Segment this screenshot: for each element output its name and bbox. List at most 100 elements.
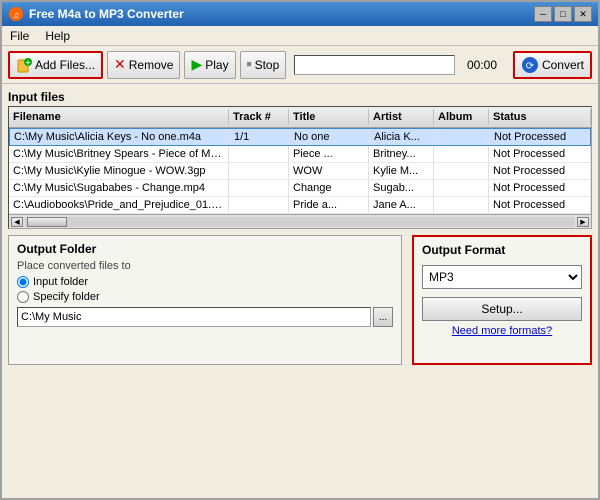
folder-path-input[interactable]	[17, 307, 371, 327]
table-cell: No one	[290, 129, 370, 145]
table-header: Filename Track # Title Artist Album Stat…	[9, 107, 591, 128]
add-files-button[interactable]: + Add Files...	[8, 51, 103, 79]
radio-specify-folder[interactable]: Specify folder	[17, 291, 393, 303]
table-cell	[434, 197, 489, 213]
input-files-label: Input files	[8, 90, 592, 104]
svg-text:⟳: ⟳	[526, 61, 535, 72]
scroll-track[interactable]	[25, 217, 575, 227]
main-window: ♫ Free M4a to MP3 Converter ─ □ ✕ File H…	[0, 0, 600, 500]
stop-button[interactable]: ⏹ Stop	[240, 51, 287, 79]
maximize-button[interactable]: □	[554, 6, 572, 22]
add-files-label: Add Files...	[35, 58, 95, 72]
table-cell: C:\My Music\Britney Spears - Piece of Me…	[9, 146, 229, 162]
table-cell: C:\My Music\Kylie Minogue - WOW.3gp	[9, 163, 229, 179]
minimize-button[interactable]: ─	[534, 6, 552, 22]
table-cell: Not Processed	[489, 197, 591, 213]
radio-specify-folder-label: Specify folder	[33, 291, 100, 303]
table-cell: Not Processed	[489, 163, 591, 179]
svg-text:+: +	[26, 58, 31, 67]
table-cell: Piece ...	[289, 146, 369, 162]
table-cell: Kylie M...	[369, 163, 434, 179]
browse-button[interactable]: ...	[373, 307, 393, 327]
play-icon: ▶	[191, 56, 202, 73]
stop-icon: ⏹	[247, 59, 252, 70]
table-cell	[229, 163, 289, 179]
scroll-left-button[interactable]: ◀	[11, 217, 23, 227]
remove-label: Remove	[129, 58, 174, 72]
output-format-title: Output Format	[422, 243, 582, 257]
remove-icon: ✕	[114, 56, 126, 73]
toolbar: + Add Files... ✕ Remove ▶ Play ⏹ Stop 00…	[2, 46, 598, 84]
scroll-thumb[interactable]	[27, 217, 67, 227]
table-cell	[229, 146, 289, 162]
table-cell: C:\Audiobooks\Pride_and_Prejudice_01.m4b	[9, 197, 229, 213]
col-album: Album	[434, 109, 489, 125]
close-button[interactable]: ✕	[574, 6, 592, 22]
table-cell	[434, 163, 489, 179]
window-controls: ─ □ ✕	[534, 6, 592, 22]
title-bar-left: ♫ Free M4a to MP3 Converter	[8, 6, 184, 22]
convert-icon: ⟳	[521, 56, 539, 74]
table-cell: Sugab...	[369, 180, 434, 196]
format-select[interactable]: MP3WAVOGGFLACAAC	[422, 265, 582, 289]
output-format-panel: Output Format MP3WAVOGGFLACAAC Setup... …	[412, 235, 592, 365]
input-files-section: Input files Filename Track # Title Artis…	[8, 90, 592, 229]
remove-button[interactable]: ✕ Remove	[107, 51, 180, 79]
svg-text:♫: ♫	[13, 10, 20, 20]
table-row[interactable]: C:\My Music\Britney Spears - Piece of Me…	[9, 146, 591, 163]
table-cell: C:\My Music\Sugababes - Change.mp4	[9, 180, 229, 196]
scroll-right-button[interactable]: ▶	[577, 217, 589, 227]
table-cell: Alicia K...	[370, 129, 435, 145]
table-cell	[229, 197, 289, 213]
table-cell: Not Processed	[489, 146, 591, 162]
file-table: Filename Track # Title Artist Album Stat…	[8, 106, 592, 229]
window-title: Free M4a to MP3 Converter	[29, 7, 184, 21]
play-label: Play	[205, 58, 228, 72]
menu-item-help[interactable]: Help	[41, 28, 74, 44]
output-folder-subtitle: Place converted files to	[17, 260, 393, 272]
table-row[interactable]: C:\My Music\Alicia Keys - No one.m4a1/1N…	[9, 128, 591, 146]
time-display: 00:00	[467, 58, 505, 72]
play-button[interactable]: ▶ Play	[184, 51, 235, 79]
table-cell	[434, 146, 489, 162]
table-cell: Jane A...	[369, 197, 434, 213]
progress-bar	[294, 55, 455, 75]
horizontal-scrollbar[interactable]: ◀ ▶	[9, 214, 591, 228]
radio-input-folder[interactable]: Input folder	[17, 276, 393, 288]
setup-button[interactable]: Setup...	[422, 297, 582, 321]
convert-button[interactable]: ⟳ Convert	[513, 51, 592, 79]
radio-input-folder-input[interactable]	[17, 276, 29, 288]
main-content: Input files Filename Track # Title Artis…	[2, 84, 598, 498]
add-files-icon: +	[16, 57, 32, 73]
col-status: Status	[489, 109, 591, 125]
table-row[interactable]: C:\My Music\Sugababes - Change.mp4 Change…	[9, 180, 591, 197]
table-cell: Change	[289, 180, 369, 196]
table-cell: 1/1	[230, 129, 290, 145]
table-cell: Britney...	[369, 146, 434, 162]
convert-label: Convert	[542, 58, 584, 72]
title-bar: ♫ Free M4a to MP3 Converter ─ □ ✕	[2, 2, 598, 26]
folder-input-row: ...	[17, 307, 393, 327]
table-cell: Not Processed	[489, 180, 591, 196]
col-filename: Filename	[9, 109, 229, 125]
output-folder-panel: Output Folder Place converted files to I…	[8, 235, 402, 365]
menu-bar: File Help	[2, 26, 598, 46]
table-cell: Pride a...	[289, 197, 369, 213]
table-cell	[435, 129, 490, 145]
file-table-body: C:\My Music\Alicia Keys - No one.m4a1/1N…	[9, 128, 591, 214]
col-track: Track #	[229, 109, 289, 125]
col-title: Title	[289, 109, 369, 125]
table-cell: WOW	[289, 163, 369, 179]
menu-item-file[interactable]: File	[6, 28, 33, 44]
col-artist: Artist	[369, 109, 434, 125]
table-row[interactable]: C:\Audiobooks\Pride_and_Prejudice_01.m4b…	[9, 197, 591, 214]
output-folder-title: Output Folder	[17, 242, 393, 256]
table-row[interactable]: C:\My Music\Kylie Minogue - WOW.3gp WOWKy…	[9, 163, 591, 180]
app-icon: ♫	[8, 6, 24, 22]
more-formats-link[interactable]: Need more formats?	[422, 325, 582, 337]
bottom-panels: Output Folder Place converted files to I…	[8, 235, 592, 365]
table-cell	[434, 180, 489, 196]
radio-specify-folder-input[interactable]	[17, 291, 29, 303]
table-cell: Not Processed	[490, 129, 590, 145]
table-cell	[229, 180, 289, 196]
